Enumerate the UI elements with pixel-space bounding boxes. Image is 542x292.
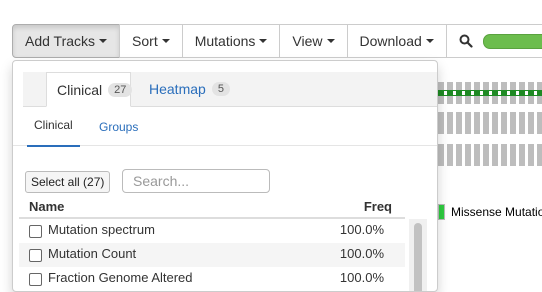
- sort-label: Sort: [132, 33, 158, 49]
- view-button[interactable]: View: [279, 24, 348, 58]
- table-row[interactable]: Mutation spectrum 100.0%: [19, 219, 405, 243]
- track-checkbox[interactable]: [29, 225, 42, 238]
- add-tracks-button[interactable]: Add Tracks: [12, 24, 121, 58]
- caret-down-icon: [99, 39, 108, 43]
- table-header: Name Freq: [19, 199, 405, 219]
- download-button[interactable]: Download: [346, 24, 447, 58]
- clinical-subtabs: Clinical Groups: [13, 107, 437, 147]
- column-name: Name: [29, 199, 65, 214]
- caret-down-icon: [259, 39, 268, 43]
- table-scrollbar[interactable]: [409, 219, 427, 291]
- legend-missense: Missense Mutatio: [438, 204, 542, 220]
- search-icon[interactable]: [459, 34, 473, 48]
- track-freq: 100.0%: [339, 222, 384, 237]
- download-label: Download: [359, 33, 422, 49]
- select-all-button[interactable]: Select all (27): [25, 171, 111, 193]
- column-freq: Freq: [363, 199, 392, 214]
- subtab-clinical[interactable]: Clinical: [27, 118, 80, 147]
- track-freq: 100.0%: [339, 246, 384, 261]
- table-row[interactable]: Mutation Count 100.0%: [19, 243, 405, 267]
- track-checkbox[interactable]: [29, 249, 42, 262]
- add-tracks-label: Add Tracks: [25, 33, 96, 49]
- oncoprint-toolbar: Add Tracks Sort Mutations View Download: [12, 24, 542, 58]
- scrollbar-thumb[interactable]: [414, 223, 422, 291]
- tab-heatmap[interactable]: Heatmap 5: [139, 72, 238, 106]
- track-checkbox[interactable]: [29, 273, 42, 286]
- track-type-tabs: Clinical 27 Heatmap 5: [23, 72, 437, 107]
- caret-down-icon: [161, 39, 170, 43]
- mutations-button[interactable]: Mutations: [181, 24, 281, 58]
- mutations-label: Mutations: [194, 33, 256, 49]
- tab-label: Heatmap: [149, 81, 206, 97]
- count-badge: 5: [211, 82, 230, 96]
- search-input[interactable]: Search...: [122, 169, 270, 193]
- legend-label: Missense Mutatio: [451, 205, 542, 219]
- tab-label: Clinical: [57, 81, 103, 98]
- legend-swatch: [438, 204, 445, 220]
- track-name: Mutation spectrum: [48, 222, 155, 237]
- table-row[interactable]: Fraction Genome Altered 100.0%: [19, 267, 405, 291]
- subtab-groups[interactable]: Groups: [99, 120, 138, 134]
- zoom-slider[interactable]: [482, 33, 542, 49]
- zoom-control: [445, 24, 542, 58]
- add-tracks-dropdown: Clinical 27 Heatmap 5 Clinical Groups Se…: [12, 60, 438, 292]
- track-name: Mutation Count: [48, 246, 137, 261]
- caret-down-icon: [326, 39, 335, 43]
- count-badge: 27: [108, 82, 133, 97]
- sort-button[interactable]: Sort: [119, 24, 183, 58]
- view-label: View: [292, 33, 323, 49]
- caret-down-icon: [425, 39, 434, 43]
- tab-clinical[interactable]: Clinical 27: [46, 72, 133, 107]
